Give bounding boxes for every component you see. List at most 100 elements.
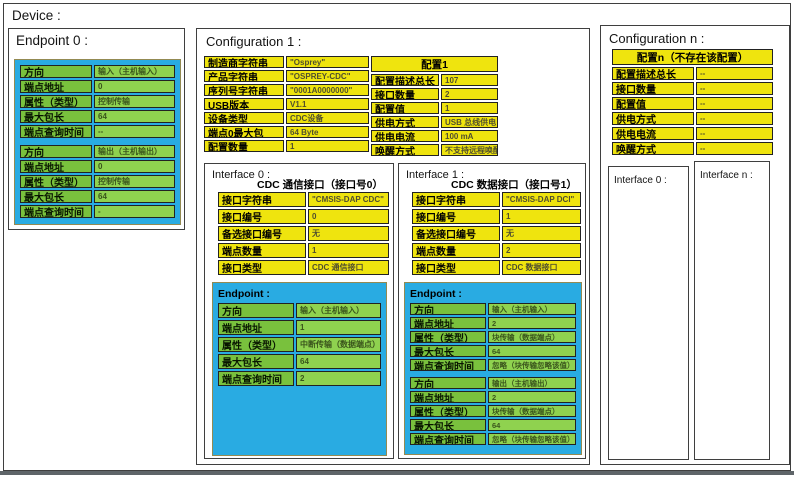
endpoint0-out-table: 方向输出（主机输出）端点地址0属性（类型）控制传输最大包长64端点查询时间-: [20, 145, 175, 218]
table-row: 端点数量1: [218, 243, 389, 258]
row-label: 最大包长: [20, 110, 92, 123]
endpoint0-title: Endpoint 0 :: [16, 33, 88, 48]
row-value: 64: [296, 354, 381, 369]
row-label: 属性（类型）: [410, 331, 486, 343]
table-row: 接口编号0: [218, 209, 389, 224]
row-value: "CMSIS-DAP DCI": [502, 192, 581, 207]
row-label: 制造商字符串: [204, 56, 284, 68]
row-value: "0001A0000000": [286, 84, 369, 96]
interface0-endpoint-title: Endpoint :: [218, 288, 381, 300]
row-label: 属性（类型）: [20, 175, 92, 188]
row-value: 64: [488, 345, 576, 357]
table-row: 接口编号1: [412, 209, 581, 224]
row-value: 控制传输: [94, 95, 175, 108]
configN-interfaceN-panel: Interface n :: [694, 161, 770, 460]
table-row: 供电方式USB 总线供电: [371, 116, 498, 128]
row-label: 端点查询时间: [410, 433, 486, 445]
row-value: 不支持远程唤醒: [441, 144, 498, 156]
row-value: CDC设备: [286, 112, 369, 124]
row-label: 方向: [20, 145, 92, 158]
row-value: 2: [441, 88, 498, 100]
row-label: 设备类型: [204, 112, 284, 124]
row-value: 64 Byte: [286, 126, 369, 138]
row-value: 1: [441, 102, 498, 114]
table-row: 接口字符串"CMSIS-DAP CDC": [218, 192, 389, 207]
row-label: 属性（类型）: [218, 337, 294, 352]
row-label: 方向: [410, 303, 486, 315]
row-label: 备选接口编号: [218, 226, 306, 241]
row-value: CDC 通信接口: [308, 260, 389, 275]
config1-device-info-table: 制造商字符串"Osprey"产品字符串"OSPREY-CDC"序列号字符串"00…: [204, 56, 369, 152]
table-row: 端点查询时间-: [20, 205, 175, 218]
row-label: 配置数量: [204, 140, 284, 152]
table-row: 接口字符串"CMSIS-DAP DCI": [412, 192, 581, 207]
usb-descriptor-diagram: Device : Endpoint 0 : 方向输入（主机输入）端点地址0属性（…: [0, 0, 794, 479]
row-value: 64: [94, 190, 175, 203]
table-row: 接口数量--: [612, 82, 773, 95]
row-value: 100 mA: [441, 130, 498, 142]
row-label: 端点查询时间: [20, 205, 92, 218]
row-value: --: [696, 127, 773, 140]
configurationN-panel: Configuration n : 配置n（不存在该配置） 配置描述总长--接口…: [600, 25, 790, 465]
row-value: 输入（主机输入）: [296, 303, 381, 318]
configN-config-info-table: 配置描述总长--接口数量--配置值--供电方式--供电电流--唤醒方式--: [612, 67, 773, 155]
row-value: "Osprey": [286, 56, 369, 68]
row-label: USB版本: [204, 98, 284, 110]
interface1-subtitle: CDC 数据接口（接口号1）: [445, 177, 583, 192]
table-row: 端点查询时间--: [20, 125, 175, 138]
row-label: 唤醒方式: [371, 144, 439, 156]
table-row: 配置描述总长107: [371, 74, 498, 86]
table-row: 端点地址2: [410, 317, 576, 329]
interface0-endpoint-in-table: 方向输入（主机输入）端点地址1属性（类型）中断传输（数据端点）最大包长64端点查…: [218, 303, 381, 386]
row-value: --: [696, 82, 773, 95]
config1-config-info-table: 配置描述总长107接口数量2配置值1供电方式USB 总线供电供电电流100 mA…: [371, 74, 498, 156]
window-bottom-edge: [0, 471, 794, 475]
row-value: "OSPREY-CDC": [286, 70, 369, 82]
table-row: 端点数量2: [412, 243, 581, 258]
table-row: 端点查询时间2: [218, 371, 381, 386]
table-row: 配置数量1: [204, 140, 369, 152]
row-value: CDC 数据接口: [502, 260, 581, 275]
table-row: USB版本V1.1: [204, 98, 369, 110]
table-row: 唤醒方式不支持远程唤醒: [371, 144, 498, 156]
row-label: 序列号字符串: [204, 84, 284, 96]
row-label: 端点0最大包: [204, 126, 284, 138]
row-label: 最大包长: [410, 419, 486, 431]
row-value: USB 总线供电: [441, 116, 498, 128]
table-row: 属性（类型）中断传输（数据端点）: [218, 337, 381, 352]
table-row: 制造商字符串"Osprey": [204, 56, 369, 68]
row-value: 107: [441, 74, 498, 86]
configN-config-info: 配置n（不存在该配置） 配置描述总长--接口数量--配置值--供电方式--供电电…: [612, 49, 773, 155]
table-row: 最大包长64: [20, 110, 175, 123]
row-value: 输出（主机输出）: [94, 145, 175, 158]
row-label: 端点地址: [20, 80, 92, 93]
row-value: 64: [488, 419, 576, 431]
table-row: 设备类型CDC设备: [204, 112, 369, 124]
table-row: 产品字符串"OSPREY-CDC": [204, 70, 369, 82]
row-label: 端点地址: [218, 320, 294, 335]
table-row: 接口类型CDC 数据接口: [412, 260, 581, 275]
row-label: 供电方式: [371, 116, 439, 128]
row-value: 0: [94, 160, 175, 173]
table-row: 最大包长64: [218, 354, 381, 369]
table-row: 供电电流100 mA: [371, 130, 498, 142]
row-value: 输出（主机输出）: [488, 377, 576, 389]
row-label: 配置值: [612, 97, 694, 110]
table-row: 方向输入（主机输入）: [218, 303, 381, 318]
interface0-subtitle: CDC 通信接口（接口号0）: [251, 177, 389, 192]
row-label: 最大包长: [20, 190, 92, 203]
row-label: 接口字符串: [412, 192, 500, 207]
row-label: 产品字符串: [204, 70, 284, 82]
interface1-info-table: 接口字符串"CMSIS-DAP DCI"接口编号1备选接口编号无端点数量2接口类…: [412, 192, 581, 275]
row-value: 1: [308, 243, 389, 258]
table-row: 配置值1: [371, 102, 498, 114]
row-label: 端点地址: [20, 160, 92, 173]
configN-interface0-panel: Interface 0 :: [608, 166, 689, 460]
configN-config-header: 配置n（不存在该配置）: [612, 49, 773, 65]
row-value: 忽略（块传输忽略该值）: [488, 359, 576, 371]
table-row: 方向输出（主机输出）: [20, 145, 175, 158]
row-value: "CMSIS-DAP CDC": [308, 192, 389, 207]
table-row: 属性（类型）控制传输: [20, 95, 175, 108]
row-value: 输入（主机输入）: [94, 65, 175, 78]
row-value: 无: [308, 226, 389, 241]
